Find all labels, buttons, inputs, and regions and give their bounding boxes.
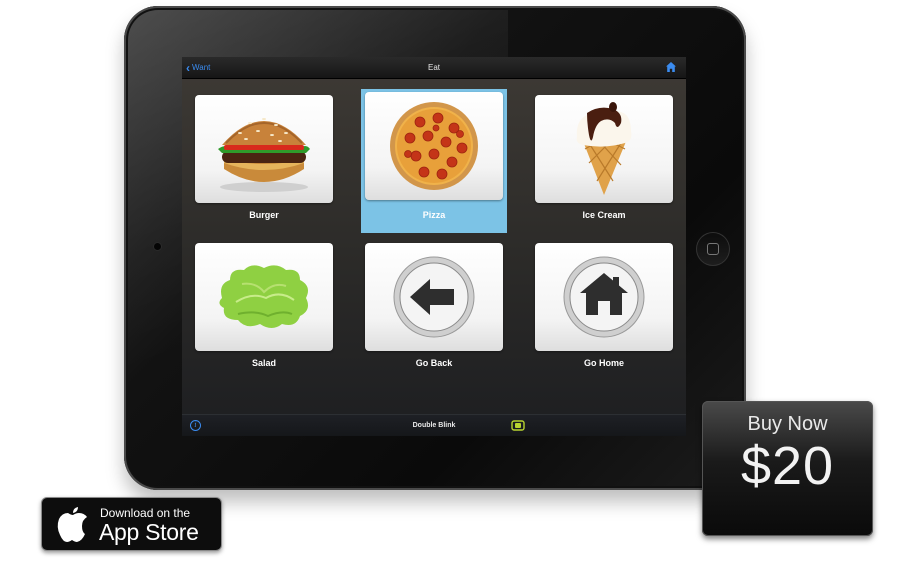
- pizza-icon: [390, 102, 478, 190]
- tile-burger[interactable]: Burger: [191, 92, 337, 236]
- app-screen: ‹ Want Eat Burger Pizza Ice Cream Salad …: [182, 57, 686, 436]
- buy-now-button[interactable]: Buy Now $20: [702, 401, 873, 536]
- input-mode-label: Double Blink: [412, 422, 456, 429]
- app-store-line2: App Store: [99, 519, 199, 545]
- app-store-line1: Download on the: [100, 506, 191, 520]
- tile-go-home[interactable]: Go Home: [531, 240, 677, 384]
- tile-card: [195, 95, 333, 203]
- tile-label: Ice Cream: [582, 210, 626, 220]
- tile-card: [365, 92, 503, 200]
- home-icon: [563, 256, 645, 338]
- bottom-toolbar: i Double Blink: [182, 414, 686, 436]
- tile-card: [535, 95, 673, 203]
- tile-salad[interactable]: Salad: [191, 240, 337, 384]
- tile-label: Burger: [249, 210, 279, 220]
- navigation-bar: ‹ Want Eat: [182, 57, 686, 79]
- buy-now-label: Buy Now: [747, 413, 828, 435]
- app-store-badge[interactable]: Download on the App Store: [41, 497, 222, 551]
- tile-ice-cream[interactable]: Ice Cream: [531, 92, 677, 236]
- salad-icon: [219, 265, 308, 328]
- tile-pizza[interactable]: Pizza: [361, 89, 507, 233]
- back-arrow-icon: [393, 256, 475, 338]
- tile-go-back[interactable]: Go Back: [361, 240, 507, 384]
- apple-logo-icon: [57, 507, 87, 542]
- burger-icon: [218, 118, 310, 192]
- tile-label: Pizza: [422, 210, 446, 220]
- home-icon[interactable]: [665, 61, 677, 73]
- tile-card: [535, 243, 673, 351]
- page-title: Eat: [427, 63, 440, 72]
- tile-card: [365, 243, 503, 351]
- tile-label: Go Home: [583, 358, 624, 368]
- ice-cream-icon: [576, 102, 632, 195]
- tile-label: Go Back: [415, 358, 453, 368]
- front-camera: [154, 243, 161, 250]
- tile-label: Salad: [251, 358, 276, 368]
- ipad-home-button: [696, 232, 730, 266]
- price-label: $20: [740, 436, 835, 496]
- tile-card: [195, 243, 333, 351]
- face-tracking-icon[interactable]: [511, 420, 525, 431]
